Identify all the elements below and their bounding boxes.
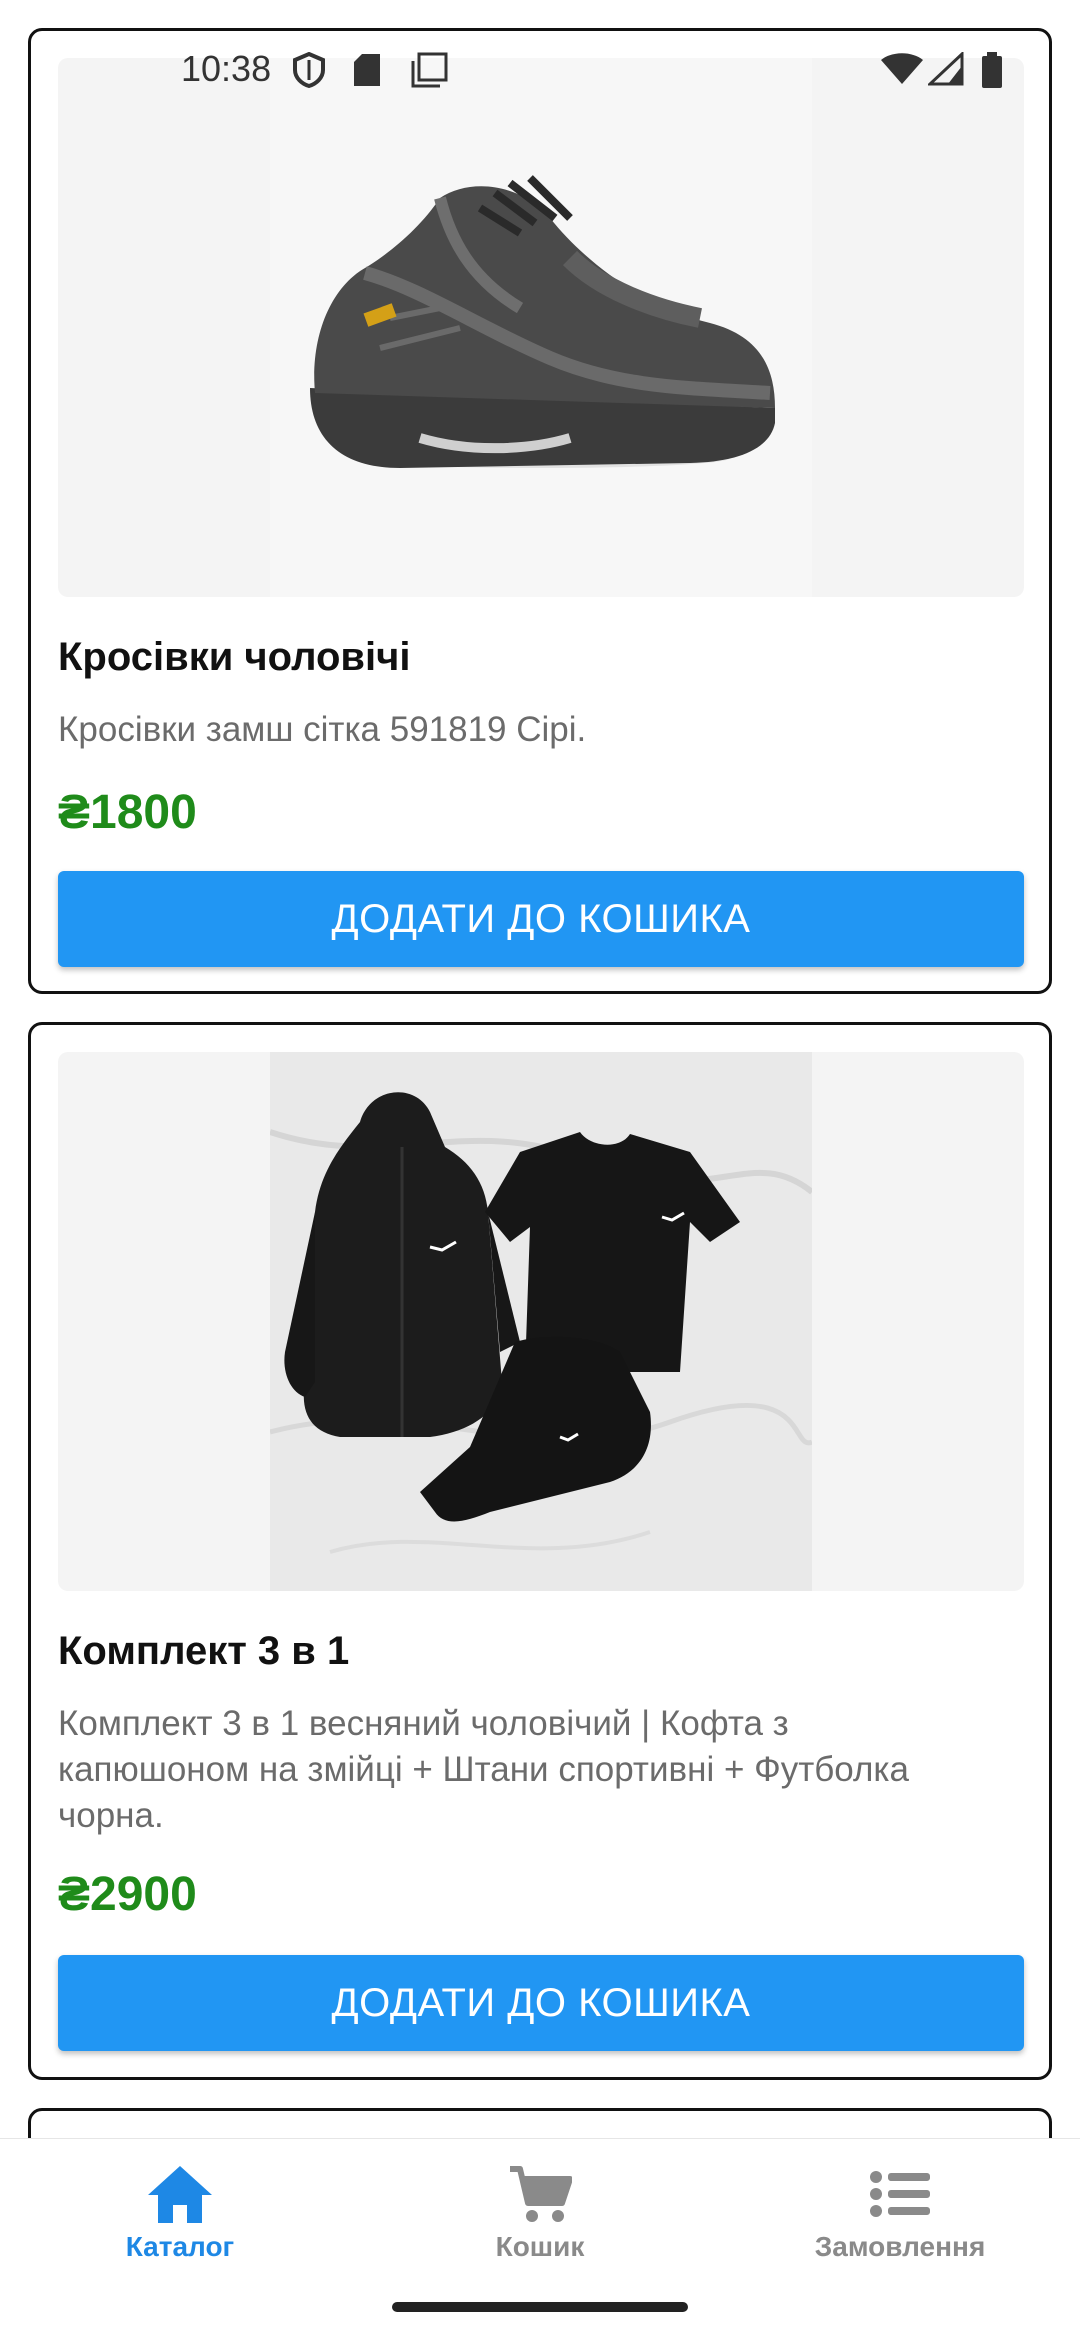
add-to-cart-button[interactable]: ДОДАТИ ДО КОШИКА: [58, 1955, 1024, 2051]
product-title: Кросівки чоловічі: [58, 635, 411, 679]
nav-label-cart: Кошик: [495, 2231, 585, 2262]
product-image-frame[interactable]: [58, 58, 1024, 597]
battery-icon: [980, 52, 1004, 93]
product-image-frame[interactable]: [58, 1052, 1024, 1591]
product-photo-sneaker: [270, 58, 812, 597]
product-card: Комплект 3 в 1 Комплект 3 в 1 весняний ч…: [28, 1022, 1052, 2080]
sd-card-icon: [352, 52, 382, 93]
product-description: Комплект 3 в 1 весняний чоловічий | Кофт…: [58, 1704, 909, 1835]
cart-icon: [510, 2166, 572, 2222]
nav-item-cart[interactable]: Кошик: [390, 2163, 690, 2283]
status-bar: 10:38: [0, 40, 1080, 100]
nav-item-orders[interactable]: Замовлення: [750, 2163, 1050, 2283]
product-price: ₴2900: [58, 1868, 197, 1921]
product-card: Кросівки чоловічі Кросівки замш сітка 59…: [28, 28, 1052, 994]
product-photo-tracksuit: [270, 1052, 812, 1591]
shield-icon: [292, 51, 326, 93]
gesture-handle[interactable]: [392, 2302, 688, 2312]
home-icon: [148, 2166, 212, 2223]
add-to-cart-button[interactable]: ДОДАТИ ДО КОШИКА: [58, 871, 1024, 967]
wifi-icon: [880, 52, 924, 91]
nav-item-catalog[interactable]: Каталог: [30, 2163, 330, 2283]
status-time: 10:38: [181, 48, 272, 89]
product-description: Кросівки замш сітка 591819 Сірі.: [58, 710, 587, 749]
nav-label-orders: Замовлення: [814, 2231, 986, 2262]
product-price: ₴1800: [58, 786, 197, 839]
copy-icon: [410, 52, 448, 93]
list-icon: [870, 2171, 930, 2217]
app-screen: 10:38 Кросівки чоловічі Кросівки замш сі…: [0, 0, 1080, 2340]
product-title: Комплект 3 в 1: [58, 1629, 350, 1673]
signal-icon: [926, 50, 964, 91]
nav-label-catalog: Каталог: [125, 2231, 235, 2262]
